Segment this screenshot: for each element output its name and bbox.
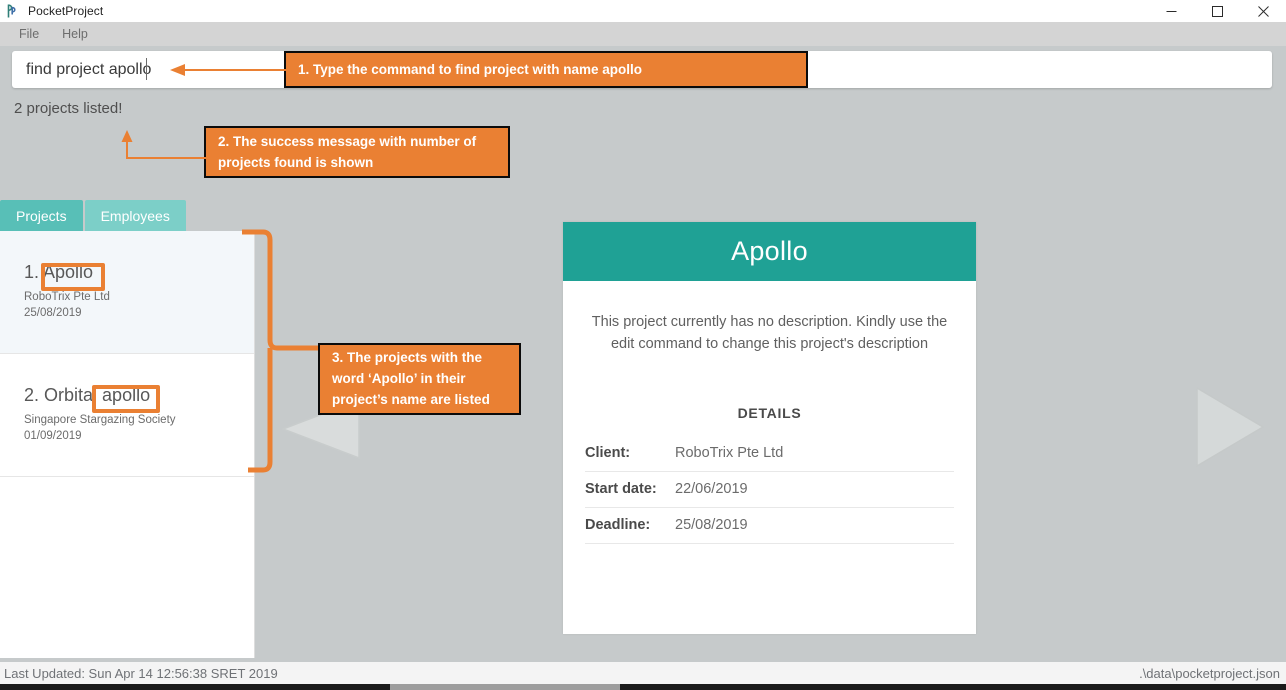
tab-employees-label: Employees [100, 207, 170, 224]
list-item-client: RoboTrix Pte Ltd [24, 291, 110, 303]
detail-header: Apollo [563, 222, 976, 281]
annotation-2-line2: projects found is shown [218, 154, 374, 170]
minimize-icon[interactable] [1148, 0, 1194, 22]
list-item-title: 1. Apollo [24, 261, 254, 283]
annotation-2-line1: 2. The success message with number of [218, 133, 477, 149]
pocketproject-logo-icon [5, 3, 21, 19]
horizontal-scrollbar[interactable] [390, 684, 620, 690]
list-empty-space [0, 477, 254, 658]
detail-title: Apollo [731, 236, 808, 266]
detail-rows: Client: RoboTrix Pte Ltd Start date: 22/… [585, 436, 954, 544]
detail-value: RoboTrix Pte Ltd [675, 445, 784, 461]
detail-row-client: Client: RoboTrix Pte Ltd [585, 436, 954, 472]
title-bar: PocketProject [0, 0, 1286, 22]
details-heading: DETAILS [737, 405, 802, 421]
tab-projects-label: Projects [16, 207, 67, 224]
tab-bar: Projects Employees [0, 200, 186, 231]
annotation-3-bracket [242, 228, 324, 476]
window-controls [1148, 0, 1286, 22]
list-item-date: 01/09/2019 [24, 430, 82, 442]
list-item-name: Orbital apollo [44, 385, 151, 405]
result-message: 2 projects listed! [14, 100, 123, 117]
detail-row-deadline: Deadline: 25/08/2019 [585, 508, 954, 544]
annotation-callout-2: 2. The success message with number of pr… [204, 126, 510, 178]
menu-bar: File Help [0, 22, 1286, 46]
annotation-callout-1: 1. Type the command to find project with… [284, 51, 808, 88]
annotation-1-text: 1. Type the command to find project with… [298, 61, 643, 77]
text-caret [146, 58, 147, 80]
window-title: PocketProject [28, 4, 104, 18]
detail-description: This project currently has no descriptio… [591, 314, 948, 352]
status-bar: Last Updated: Sun Apr 14 12:56:38 SRET 2… [0, 662, 1286, 684]
list-item-date: 25/08/2019 [24, 307, 82, 319]
detail-label: Client: [585, 445, 631, 461]
list-item[interactable]: 1. Apollo RoboTrix Pte Ltd 25/08/2019 [0, 231, 254, 354]
project-list-panel[interactable]: 1. Apollo RoboTrix Pte Ltd 25/08/2019 2.… [0, 231, 255, 658]
tab-projects[interactable]: Projects [0, 200, 83, 231]
detail-label: Start date: [585, 481, 657, 497]
tab-employees[interactable]: Employees [84, 200, 186, 231]
project-detail-card: Apollo This project currently has no des… [563, 222, 976, 634]
annotation-3-line2: word ‘Apollo’ in their [332, 371, 466, 386]
status-file-path: .\data\pocketproject.json [1139, 665, 1280, 681]
status-last-updated: Last Updated: Sun Apr 14 12:56:38 SRET 2… [4, 665, 278, 681]
window-bottom-edge [0, 684, 1286, 690]
detail-value: 22/06/2019 [675, 481, 748, 497]
annotation-callout-3: 3. The projects with the word ‘Apollo’ i… [318, 343, 521, 415]
annotation-3-line1: 3. The projects with the [332, 350, 483, 365]
menu-item-help[interactable]: Help [53, 25, 97, 43]
menu-item-file[interactable]: File [10, 25, 48, 43]
annotation-2-arrow [120, 130, 210, 165]
list-item-title: 2. Orbital apollo [24, 384, 254, 406]
next-arrow-icon[interactable] [1185, 380, 1267, 474]
application-window: PocketProject File Help find project apo… [0, 0, 1286, 690]
detail-label: Deadline: [585, 517, 651, 533]
detail-value: 25/08/2019 [675, 517, 748, 533]
list-item-index: 1. [24, 262, 40, 282]
annotation-3-line3: project’s name are listed [332, 392, 490, 407]
list-item-index: 2. [24, 385, 40, 405]
list-item[interactable]: 2. Orbital apollo Singapore Stargazing S… [0, 354, 254, 477]
close-icon[interactable] [1240, 0, 1286, 22]
annotation-1-arrow [168, 62, 288, 78]
list-item-client: Singapore Stargazing Society [24, 414, 176, 426]
list-item-name: Apollo [43, 262, 94, 282]
detail-row-start-date: Start date: 22/06/2019 [585, 472, 954, 508]
maximize-icon[interactable] [1194, 0, 1240, 22]
